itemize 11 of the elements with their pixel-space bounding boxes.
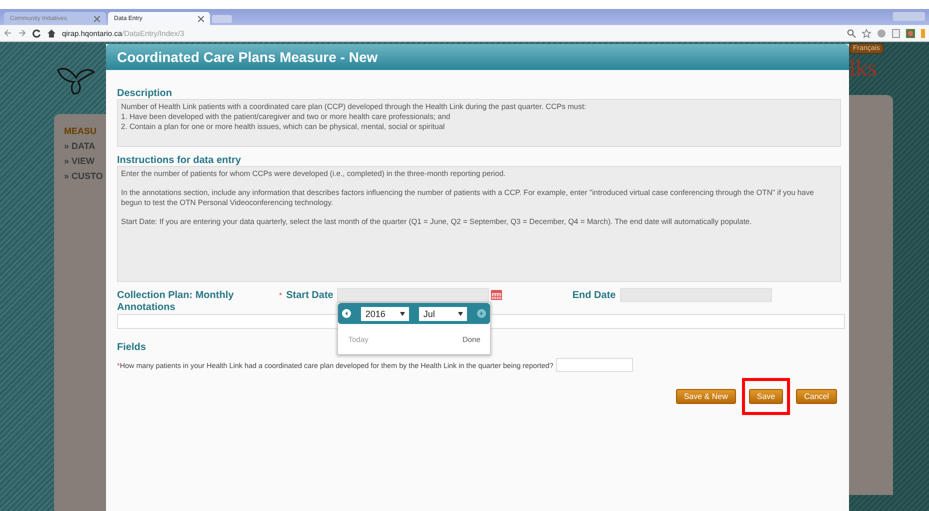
collection-plan-label: Collection Plan: Monthly — [117, 290, 235, 300]
section-heading: Description — [117, 88, 174, 99]
section-heading: Instructions for data entry — [117, 155, 242, 166]
logo-text: lks — [849, 56, 878, 83]
field-label: Annotations — [117, 302, 176, 313]
field-label: Start Date — [286, 290, 334, 300]
dialog-title: Coordinated Care Plans Measure - New — [106, 44, 849, 70]
section-heading: Fields — [117, 342, 147, 353]
field-label: End Date — [572, 290, 616, 300]
menu-heading: MEASU — [64, 126, 98, 136]
required-mark: * — [279, 290, 282, 300]
